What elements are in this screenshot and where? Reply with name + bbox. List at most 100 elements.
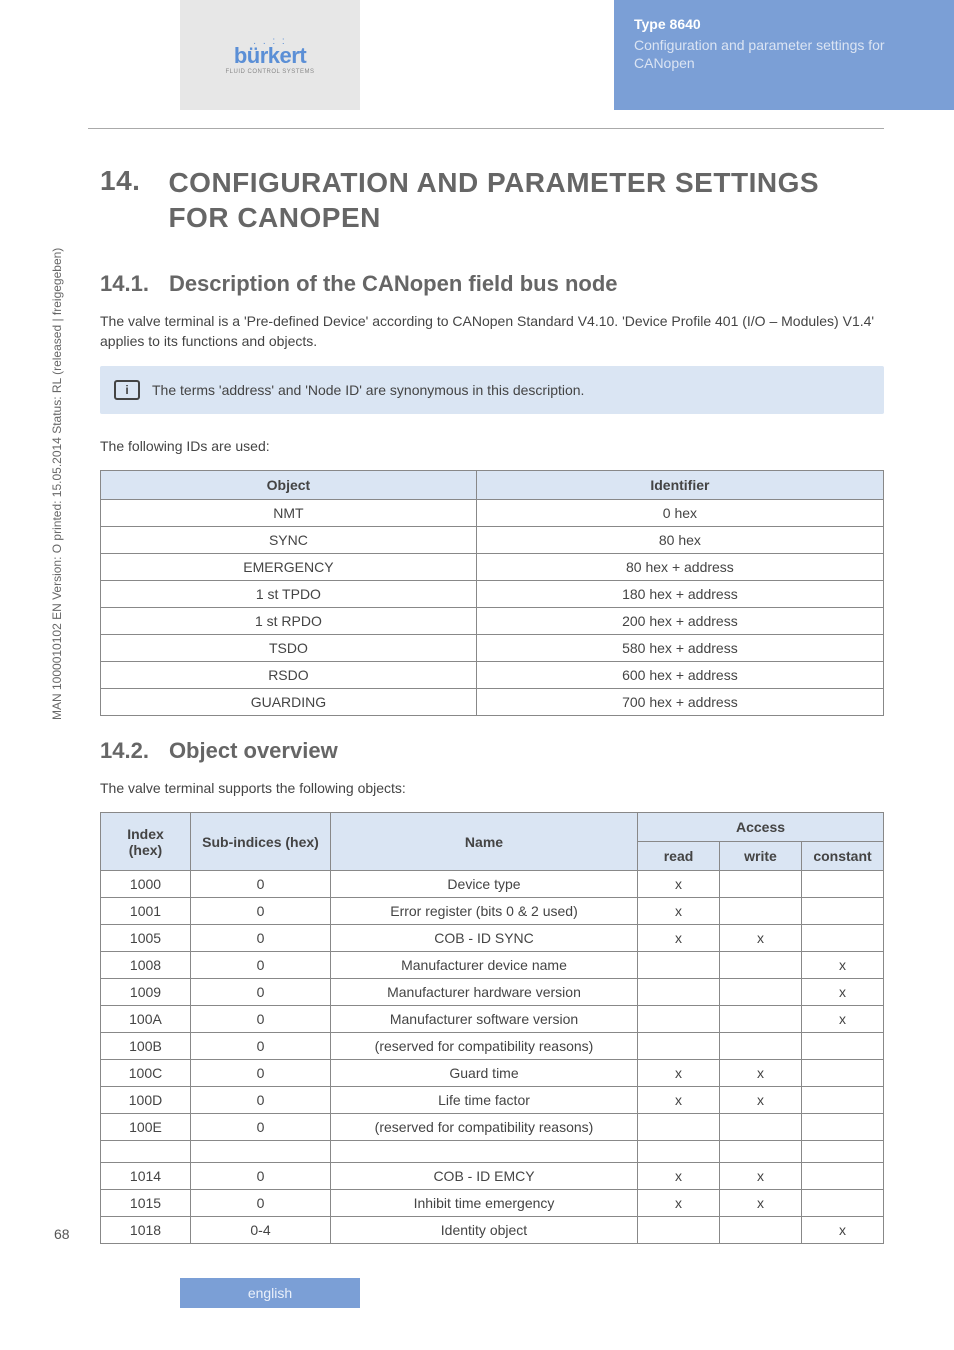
table-cell: SYNC bbox=[101, 526, 477, 553]
table-cell: 100D bbox=[101, 1087, 191, 1114]
body-paragraph: The valve terminal is a 'Pre-defined Dev… bbox=[100, 311, 884, 352]
table-cell: x bbox=[720, 925, 802, 952]
header-subtitle: Configuration and parameter settings for… bbox=[634, 36, 934, 72]
table-cell: 100C bbox=[101, 1060, 191, 1087]
subsection-heading: 14.1. Description of the CANopen field b… bbox=[100, 271, 884, 297]
table-cell: Device type bbox=[331, 871, 638, 898]
table-cell: Manufacturer hardware version bbox=[331, 979, 638, 1006]
subsection-title: Description of the CANopen field bus nod… bbox=[169, 271, 618, 297]
table-cell bbox=[720, 1217, 802, 1244]
logo-band: . . : : bürkert FLUID CONTROL SYSTEMS bbox=[180, 0, 360, 110]
table-row: RSDO600 hex + address bbox=[101, 661, 884, 688]
objects-header-sub: Sub-indices (hex) bbox=[191, 813, 331, 871]
table-cell bbox=[720, 898, 802, 925]
body-paragraph: The valve terminal supports the followin… bbox=[100, 778, 884, 798]
table-cell bbox=[638, 952, 720, 979]
table-cell: 1014 bbox=[101, 1163, 191, 1190]
table-cell bbox=[802, 898, 884, 925]
table-cell bbox=[638, 1033, 720, 1060]
table-cell: 200 hex + address bbox=[476, 607, 883, 634]
table-row: SYNC80 hex bbox=[101, 526, 884, 553]
table-cell: COB - ID EMCY bbox=[331, 1163, 638, 1190]
header-bar: Type 8640 Configuration and parameter se… bbox=[614, 0, 954, 110]
table-cell: 0 bbox=[191, 1163, 331, 1190]
table-cell: x bbox=[638, 898, 720, 925]
info-callout: i The terms 'address' and 'Node ID' are … bbox=[100, 366, 884, 414]
table-cell: 1008 bbox=[101, 952, 191, 979]
table-row: 100C0Guard timexx bbox=[101, 1060, 884, 1087]
section-heading: 14. CONFIGURATION AND PARAMETER SETTINGS… bbox=[100, 165, 884, 235]
table-cell: 100E bbox=[101, 1114, 191, 1141]
table-row: 1 st RPDO200 hex + address bbox=[101, 607, 884, 634]
ids-intro: The following IDs are used: bbox=[100, 436, 884, 456]
table-row bbox=[101, 1141, 884, 1163]
table-row: EMERGENCY80 hex + address bbox=[101, 553, 884, 580]
table-cell: 80 hex bbox=[476, 526, 883, 553]
page-number: 68 bbox=[54, 1226, 70, 1242]
table-cell: (reserved for compatibility reasons) bbox=[331, 1114, 638, 1141]
objects-header-index: Index (hex) bbox=[101, 813, 191, 871]
table-cell bbox=[802, 1190, 884, 1217]
table-cell: 80 hex + address bbox=[476, 553, 883, 580]
table-cell bbox=[638, 979, 720, 1006]
table-cell: 0-4 bbox=[191, 1217, 331, 1244]
subsection-title: Object overview bbox=[169, 738, 338, 764]
table-row: 100A0Manufacturer software versionx bbox=[101, 1006, 884, 1033]
table-row: 100E0(reserved for compatibility reasons… bbox=[101, 1114, 884, 1141]
table-cell: x bbox=[638, 1060, 720, 1087]
table-cell: 0 bbox=[191, 1006, 331, 1033]
table-cell bbox=[638, 1141, 720, 1163]
section-number: 14. bbox=[100, 165, 140, 235]
table-cell: 180 hex + address bbox=[476, 580, 883, 607]
subsection-number: 14.1. bbox=[100, 271, 149, 297]
table-row: GUARDING700 hex + address bbox=[101, 688, 884, 715]
type-label: Type 8640 bbox=[634, 16, 934, 32]
table-cell: TSDO bbox=[101, 634, 477, 661]
table-cell bbox=[331, 1141, 638, 1163]
table-cell bbox=[720, 1141, 802, 1163]
ids-table-header-object: Object bbox=[101, 470, 477, 499]
table-cell: x bbox=[802, 1006, 884, 1033]
ids-table-header-identifier: Identifier bbox=[476, 470, 883, 499]
table-cell: x bbox=[638, 925, 720, 952]
table-cell: 600 hex + address bbox=[476, 661, 883, 688]
table-cell: (reserved for compatibility reasons) bbox=[331, 1033, 638, 1060]
table-cell: 0 bbox=[191, 1114, 331, 1141]
table-cell bbox=[638, 1217, 720, 1244]
table-cell: RSDO bbox=[101, 661, 477, 688]
table-row: 10010Error register (bits 0 & 2 used)x bbox=[101, 898, 884, 925]
ids-table: Object Identifier NMT0 hexSYNC80 hexEMER… bbox=[100, 470, 884, 716]
table-cell: 0 bbox=[191, 1190, 331, 1217]
table-cell: Manufacturer software version bbox=[331, 1006, 638, 1033]
table-cell: 1005 bbox=[101, 925, 191, 952]
table-row: 100D0Life time factorxx bbox=[101, 1087, 884, 1114]
table-cell bbox=[720, 979, 802, 1006]
objects-header-write: write bbox=[720, 842, 802, 871]
page-content: 14. CONFIGURATION AND PARAMETER SETTINGS… bbox=[100, 165, 884, 1264]
header-divider bbox=[88, 128, 884, 129]
table-cell: Guard time bbox=[331, 1060, 638, 1087]
table-cell: 0 bbox=[191, 979, 331, 1006]
table-cell bbox=[802, 1033, 884, 1060]
table-cell: EMERGENCY bbox=[101, 553, 477, 580]
table-cell: x bbox=[638, 871, 720, 898]
objects-header-constant: constant bbox=[802, 842, 884, 871]
table-row: 100B0(reserved for compatibility reasons… bbox=[101, 1033, 884, 1060]
table-cell bbox=[802, 1141, 884, 1163]
table-cell bbox=[802, 1163, 884, 1190]
subsection-heading: 14.2. Object overview bbox=[100, 738, 884, 764]
info-text: The terms 'address' and 'Node ID' are sy… bbox=[152, 382, 584, 398]
table-cell: Inhibit time emergency bbox=[331, 1190, 638, 1217]
table-cell: 0 bbox=[191, 871, 331, 898]
table-cell: x bbox=[638, 1190, 720, 1217]
table-cell: 0 bbox=[191, 1033, 331, 1060]
language-tab: english bbox=[180, 1278, 360, 1308]
table-cell: x bbox=[720, 1060, 802, 1087]
table-cell: 1 st RPDO bbox=[101, 607, 477, 634]
table-cell: 1009 bbox=[101, 979, 191, 1006]
table-row: TSDO580 hex + address bbox=[101, 634, 884, 661]
table-cell: 1001 bbox=[101, 898, 191, 925]
table-cell: Life time factor bbox=[331, 1087, 638, 1114]
table-cell bbox=[720, 1033, 802, 1060]
objects-header-access: Access bbox=[638, 813, 884, 842]
